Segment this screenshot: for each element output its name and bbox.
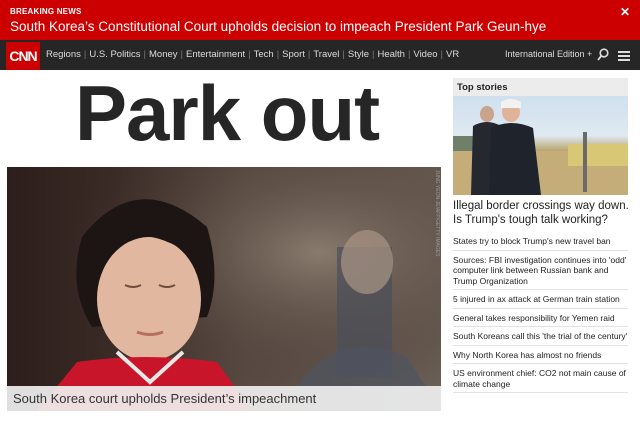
- nav-separator: |: [307, 49, 311, 60]
- nav-separator: |: [83, 49, 87, 60]
- nav-separator: |: [372, 49, 375, 60]
- nav-links: Regions | U.S. Politics | Money | Entertain…: [46, 49, 459, 60]
- nav-link-travel[interactable]: Travel: [313, 49, 339, 60]
- top-stories-label: Top stories: [457, 82, 508, 93]
- nav-link-health[interactable]: Health: [377, 49, 404, 60]
- lead-story-photo-illustration: [453, 99, 628, 195]
- cnn-logo[interactable]: CNN: [6, 42, 40, 70]
- close-icon[interactable]: ✕: [620, 5, 630, 19]
- list-item[interactable]: Why North Korea has almost no friends: [453, 349, 628, 364]
- breaking-news-kicker: BREAKING NEWS: [10, 7, 82, 16]
- nav-separator: |: [342, 49, 345, 60]
- photo-credit: JUNG YEON-JE/AFP/GETTY IMAGES: [434, 170, 440, 257]
- edition-selector[interactable]: International Edition +: [505, 49, 592, 59]
- top-stories-list: States try to block Trump's new travel b…: [453, 235, 628, 396]
- hero-caption[interactable]: South Korea court upholds President’s im…: [7, 386, 441, 411]
- hero-photo-illustration: [7, 167, 441, 411]
- nav-link-sport[interactable]: Sport: [282, 49, 305, 60]
- nav-link-regions[interactable]: Regions: [46, 49, 81, 60]
- hero-caption-text[interactable]: South Korea court upholds President’s im…: [13, 391, 316, 406]
- nav-link-money[interactable]: Money: [149, 49, 178, 60]
- nav-separator: |: [440, 49, 444, 60]
- lead-story-title[interactable]: Illegal border crossings way down. Is Tr…: [453, 199, 631, 227]
- list-item[interactable]: States try to block Trump's new travel b…: [453, 235, 628, 251]
- nav-separator: |: [407, 49, 411, 60]
- list-item[interactable]: 5 injured in ax attack at German train s…: [453, 293, 628, 309]
- menu-icon[interactable]: [618, 51, 630, 61]
- lead-story-photo[interactable]: [453, 96, 628, 195]
- nav-separator: |: [276, 49, 280, 60]
- list-item[interactable]: US environment chief: CO2 not main cause…: [453, 367, 628, 393]
- list-item[interactable]: Sources: FBI investigation continues int…: [453, 254, 628, 290]
- nav-separator: |: [180, 49, 183, 60]
- list-item[interactable]: General takes responsibility for Yemen r…: [453, 312, 628, 327]
- nav-link-style[interactable]: Style: [348, 49, 369, 60]
- top-nav: CNN Regions | U.S. Politics | Money | Enter…: [0, 40, 640, 70]
- top-stories-header: Top stories: [453, 78, 628, 96]
- breaking-news-banner[interactable]: BREAKING NEWS South Korea’s Constitution…: [0, 0, 640, 40]
- nav-separator: |: [248, 49, 251, 60]
- breaking-news-headline[interactable]: South Korea’s Constitutional Court uphol…: [10, 19, 546, 34]
- nav-link-video[interactable]: Video: [413, 49, 437, 60]
- nav-link-vr[interactable]: VR: [446, 49, 459, 60]
- nav-separator: |: [143, 49, 147, 60]
- main-headline[interactable]: Park out: [75, 74, 380, 152]
- nav-link-us-politics[interactable]: U.S. Politics: [89, 49, 140, 60]
- nav-link-tech[interactable]: Tech: [254, 49, 274, 60]
- search-icon[interactable]: [597, 48, 609, 62]
- nav-link-entertainment[interactable]: Entertainment: [186, 49, 245, 60]
- list-item[interactable]: South Koreans call this 'the trial of th…: [453, 330, 628, 346]
- hero-photo[interactable]: [7, 167, 441, 411]
